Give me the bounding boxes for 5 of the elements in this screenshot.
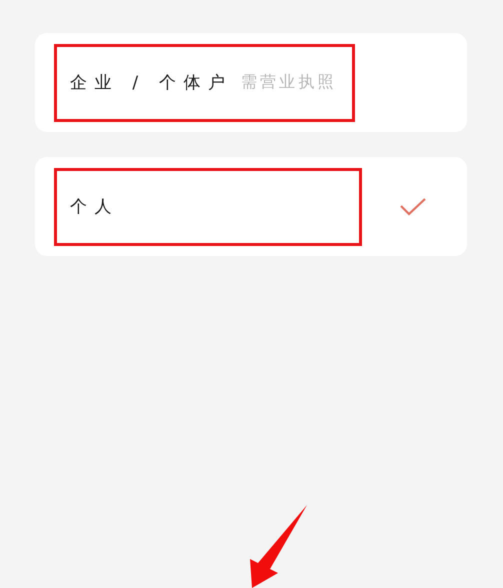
option-card[interactable]: 企业 / 个体户 需营业执照 — [35, 33, 467, 132]
option-label: 企业 / 个体户 — [70, 72, 233, 94]
option-note: 需营业执照 — [240, 72, 337, 93]
option-card[interactable]: 个人 — [35, 157, 467, 256]
option-label: 个人 — [70, 196, 120, 218]
